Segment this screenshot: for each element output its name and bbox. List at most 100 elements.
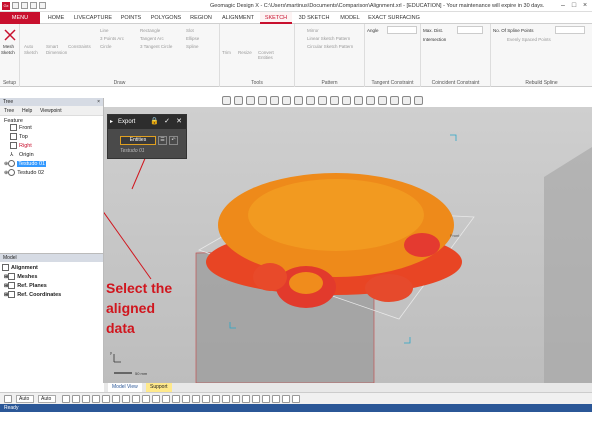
rectangle-tool[interactable]: Rectangle bbox=[140, 28, 160, 33]
filter-icon[interactable] bbox=[282, 395, 290, 403]
view-more-icon[interactable] bbox=[414, 96, 423, 105]
view-select-icon[interactable] bbox=[354, 96, 363, 105]
entities-button[interactable]: Entities bbox=[120, 136, 156, 145]
filter-icon[interactable] bbox=[272, 395, 280, 403]
view-top-icon[interactable] bbox=[282, 96, 291, 105]
tab-support[interactable]: Support bbox=[146, 383, 172, 392]
view-shade-icon[interactable] bbox=[318, 96, 327, 105]
view-color-icon[interactable] bbox=[402, 96, 411, 105]
filter-icon[interactable] bbox=[152, 395, 160, 403]
filter-icon[interactable] bbox=[102, 395, 110, 403]
resize-button[interactable]: Resize bbox=[238, 50, 252, 55]
view-rotate-icon[interactable] bbox=[258, 96, 267, 105]
list-icon[interactable]: ☰ bbox=[158, 136, 167, 145]
tree-item-testudo-02[interactable]: ⊕ Testudo 02 bbox=[4, 169, 44, 177]
mesh-sketch-button[interactable]: Mesh bbox=[3, 44, 14, 49]
filter-icon[interactable] bbox=[222, 395, 230, 403]
view-render-icon[interactable] bbox=[306, 96, 315, 105]
filter-icon[interactable] bbox=[292, 395, 300, 403]
three-points-arc-tool[interactable]: 3 Points Arc bbox=[100, 36, 124, 41]
close-icon[interactable]: × bbox=[580, 1, 590, 10]
circle-tool[interactable]: Circle bbox=[100, 44, 112, 49]
tab-livecapture[interactable]: LIVECAPTURE bbox=[72, 12, 114, 24]
filter-icon[interactable] bbox=[112, 395, 120, 403]
tangent-arc-tool[interactable]: Tangent Arc bbox=[140, 36, 164, 41]
slot-tool[interactable]: Slot bbox=[186, 28, 194, 33]
open-file-icon[interactable] bbox=[21, 2, 28, 9]
view-zoom-icon[interactable] bbox=[234, 96, 243, 105]
view-light-icon[interactable] bbox=[342, 96, 351, 105]
tab-viewpoint[interactable]: Viewpoint bbox=[40, 106, 62, 116]
angle-field[interactable] bbox=[387, 26, 417, 34]
filter-icon[interactable] bbox=[202, 395, 210, 403]
mesh-sketch-button-sub[interactable]: Sketch bbox=[1, 50, 15, 55]
evenly-spaced-points-option[interactable]: Evenly Spaced Points bbox=[507, 37, 551, 42]
filter-icon[interactable] bbox=[262, 395, 270, 403]
filter-icon[interactable] bbox=[142, 395, 150, 403]
tab-exact-surfacing[interactable]: EXACT SURFACING bbox=[366, 12, 422, 24]
filter-icon[interactable] bbox=[72, 395, 80, 403]
filter-icon[interactable] bbox=[92, 395, 100, 403]
max-dist-field[interactable] bbox=[457, 26, 483, 34]
linear-sketch-pattern-button[interactable]: Linear Sketch Pattern bbox=[307, 36, 350, 41]
filter-mode-dropdown[interactable]: Auto bbox=[38, 395, 56, 403]
filter-icon[interactable] bbox=[252, 395, 260, 403]
expand-arrow-icon[interactable]: ▸ bbox=[110, 115, 113, 129]
save-file-icon[interactable] bbox=[30, 2, 37, 9]
new-file-icon[interactable] bbox=[12, 2, 19, 9]
tree-item-top[interactable]: Top bbox=[10, 133, 28, 141]
tree-item-right[interactable]: Right bbox=[10, 142, 32, 150]
tab-menu[interactable]: MENU bbox=[0, 12, 40, 24]
mirror-button[interactable]: Mirror bbox=[307, 28, 319, 33]
tab-alignment[interactable]: ALIGNMENT bbox=[218, 12, 258, 24]
tab-model[interactable]: MODEL bbox=[336, 12, 364, 24]
smart-dimension-button-sub[interactable]: Dimension bbox=[46, 50, 67, 55]
selection-mode-dropdown[interactable]: Auto bbox=[16, 395, 34, 403]
three-tangent-circle-tool[interactable]: 3 Tangent Circle bbox=[140, 44, 172, 49]
tab-help[interactable]: Help bbox=[22, 106, 32, 116]
filter-icon[interactable] bbox=[242, 395, 250, 403]
undo-icon[interactable] bbox=[39, 2, 46, 9]
mesh-sketch-icon[interactable] bbox=[3, 28, 17, 42]
pane-close-icon[interactable]: × bbox=[97, 98, 100, 106]
filter-icon[interactable] bbox=[172, 395, 180, 403]
tab-points[interactable]: POINTS bbox=[116, 12, 146, 24]
cancel-x-icon[interactable]: ✕ bbox=[175, 118, 183, 126]
model-item-ref-coordinates[interactable]: ⊞ Ref. Coordinates bbox=[4, 291, 61, 299]
filter-icon[interactable] bbox=[182, 395, 190, 403]
view-iso-icon[interactable] bbox=[270, 96, 279, 105]
model-root-alignment[interactable]: Alignment bbox=[2, 264, 38, 272]
model-item-ref-planes[interactable]: ⊞ Ref. Planes bbox=[4, 282, 47, 290]
app-logo-icon[interactable]: Gx bbox=[2, 2, 10, 10]
filter-icon[interactable] bbox=[82, 395, 90, 403]
filter-icon[interactable] bbox=[132, 395, 140, 403]
smart-dimension-button[interactable]: Smart bbox=[46, 44, 58, 49]
maximize-icon[interactable]: □ bbox=[569, 1, 579, 10]
tab-tree[interactable]: Tree bbox=[4, 106, 14, 116]
filter-icon[interactable] bbox=[62, 395, 70, 403]
tab-home[interactable]: HOME bbox=[42, 12, 70, 24]
model-item-meshes[interactable]: ⊞ Meshes bbox=[4, 273, 37, 281]
view-wire-icon[interactable] bbox=[330, 96, 339, 105]
constraints-button[interactable]: Constraints bbox=[68, 44, 91, 49]
tab-3d-sketch[interactable]: 3D SKETCH bbox=[294, 12, 334, 24]
circular-sketch-pattern-button[interactable]: Circular Sketch Pattern bbox=[307, 44, 353, 49]
minimize-icon[interactable]: – bbox=[558, 1, 568, 10]
filter-icon[interactable] bbox=[212, 395, 220, 403]
filter-icon[interactable] bbox=[232, 395, 240, 403]
view-section-icon[interactable] bbox=[294, 96, 303, 105]
view-plane-icon[interactable] bbox=[378, 96, 387, 105]
view-measure-icon[interactable] bbox=[390, 96, 399, 105]
tab-polygons[interactable]: POLYGONS bbox=[148, 12, 184, 24]
ok-check-icon[interactable]: ✓ bbox=[163, 118, 171, 126]
filter-icon[interactable] bbox=[162, 395, 170, 403]
trim-button[interactable]: Trim bbox=[222, 50, 231, 55]
view-fit-icon[interactable] bbox=[246, 96, 255, 105]
tree-item-front[interactable]: Front bbox=[10, 124, 32, 132]
line-tool[interactable]: Line bbox=[100, 28, 109, 33]
tab-sketch[interactable]: SKETCH bbox=[260, 12, 292, 24]
filter-icon[interactable] bbox=[192, 395, 200, 403]
auto-sketch-button[interactable]: Auto bbox=[24, 44, 33, 49]
ellipse-tool[interactable]: Ellipse bbox=[186, 36, 199, 41]
tab-model-view[interactable]: Model View bbox=[108, 383, 142, 392]
